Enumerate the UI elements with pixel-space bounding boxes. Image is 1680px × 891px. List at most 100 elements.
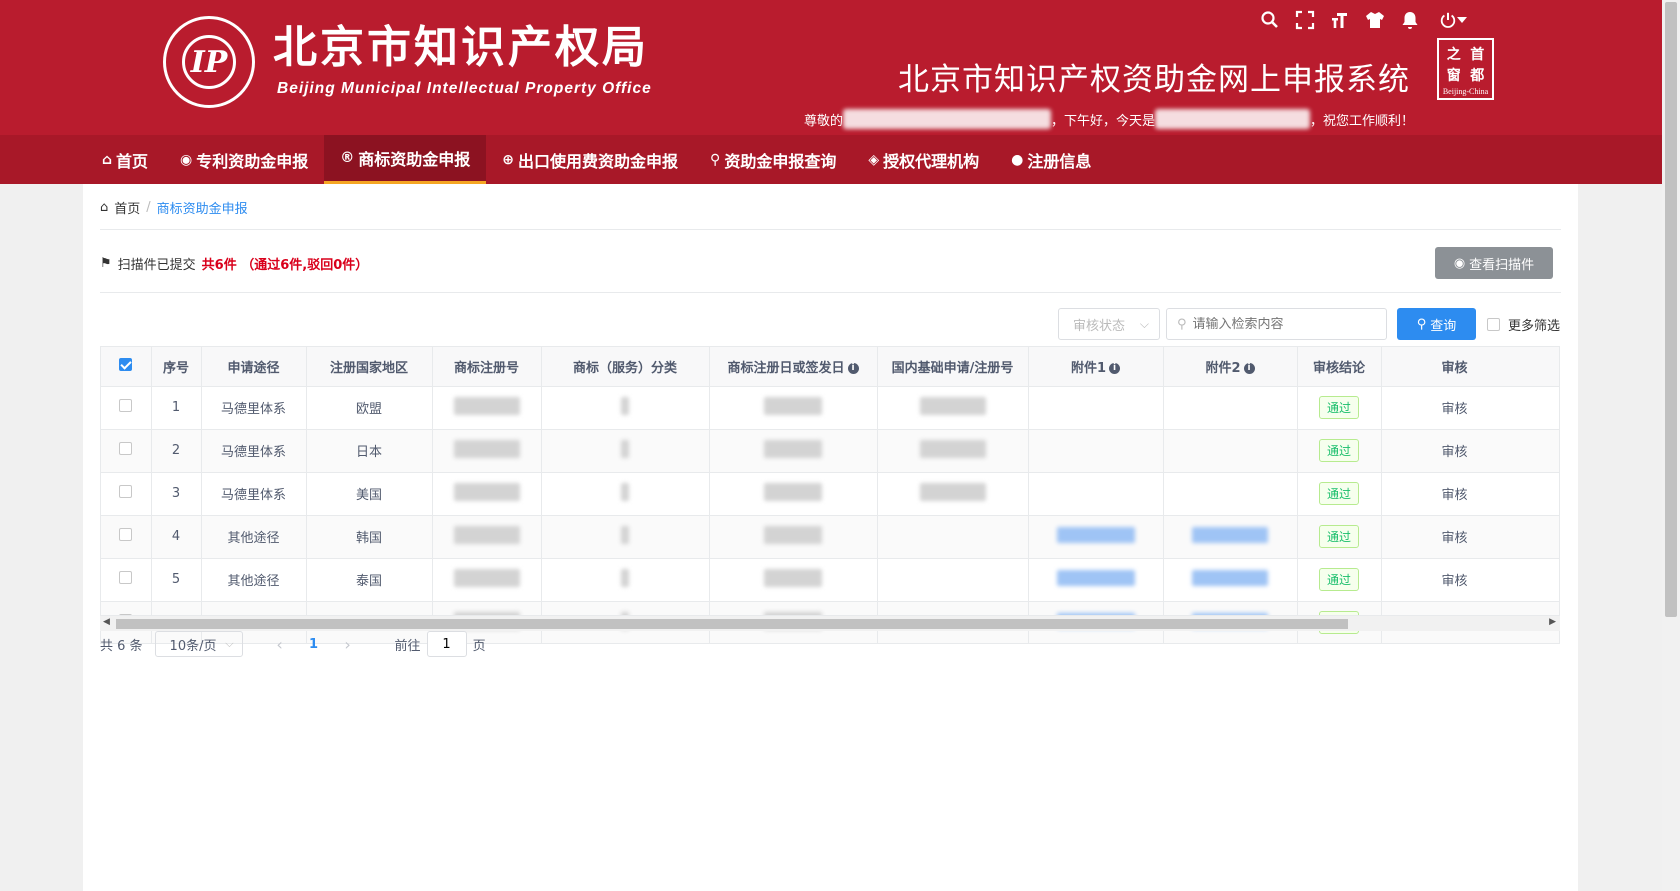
nav-item-patent-funding[interactable]: ◉ 专利资助金申报 xyxy=(164,135,324,184)
search-input[interactable] xyxy=(1192,316,1373,332)
table-row[interactable]: 4 其他途径 韩国 通过 审核 xyxy=(101,515,1559,559)
column-header: 申请途径 xyxy=(201,347,307,387)
fullscreen-icon[interactable] xyxy=(1293,8,1317,32)
attachment-2[interactable] xyxy=(1163,515,1298,559)
registration-date xyxy=(709,515,878,559)
horizontal-scrollbar[interactable]: ◀ ▶ xyxy=(100,615,1560,631)
skin-icon[interactable] xyxy=(1363,8,1387,32)
nav-item-registration-info[interactable]: ● 注册信息 xyxy=(995,135,1107,184)
emblem-center: IP xyxy=(182,35,236,89)
capital-window-logo: 之 首 窗 都 Beijing-China xyxy=(1437,38,1494,100)
breadcrumb-current[interactable]: 商标资助金申报 xyxy=(157,198,248,217)
scroll-left-icon[interactable]: ◀ xyxy=(103,617,110,627)
goto-page-input[interactable] xyxy=(426,631,467,657)
redacted-value xyxy=(621,525,629,544)
registration-date xyxy=(709,386,878,430)
redacted-link[interactable] xyxy=(1056,526,1135,543)
bell-icon[interactable] xyxy=(1398,8,1422,32)
trademark-class xyxy=(541,429,710,473)
info-icon[interactable]: i xyxy=(1243,362,1255,374)
select-all-cell xyxy=(101,347,152,387)
table-row[interactable]: 1 马德里体系 欧盟 通过 审核 xyxy=(101,386,1559,430)
prev-page-button[interactable]: ‹ xyxy=(263,635,297,654)
status-summary: 共6件 （通过6件,驳回0件） xyxy=(201,258,369,273)
breadcrumb-home[interactable]: 首页 xyxy=(114,198,140,217)
flag-icon: ⚑ xyxy=(100,256,112,271)
redacted-value xyxy=(453,525,520,544)
query-button[interactable]: ⚲ 查询 xyxy=(1397,308,1476,340)
nav-item-export-fee-funding[interactable]: ⊕ 出口使用费资助金申报 xyxy=(486,135,694,184)
view-scans-button[interactable]: ◉ 查看扫描件 xyxy=(1435,247,1553,279)
redacted-link[interactable] xyxy=(1192,569,1268,586)
info-icon[interactable]: i xyxy=(847,362,859,374)
application-route: 马德里体系 xyxy=(201,472,307,516)
trademark-reg-number xyxy=(432,386,542,430)
next-page-button[interactable]: › xyxy=(331,635,365,654)
vertical-scrollbar[interactable] xyxy=(1662,0,1680,891)
row-select-cell xyxy=(101,429,152,473)
nav-item-authorized-agency[interactable]: ◈ 授权代理机构 xyxy=(852,135,995,184)
nav-item-funding-query[interactable]: ⚲ 资助金申报查询 xyxy=(694,135,852,184)
redacted-link[interactable] xyxy=(1192,526,1268,543)
greeting: 尊敬的 ，下午好，今天是 ，祝您工作顺利！ xyxy=(804,109,1414,129)
more-filter-checkbox[interactable] xyxy=(1487,317,1500,331)
row-number: 4 xyxy=(151,515,202,559)
header-toolbar xyxy=(1258,8,1473,32)
row-checkbox[interactable] xyxy=(119,485,133,498)
redacted-value xyxy=(621,396,629,415)
select-all-checkbox[interactable] xyxy=(119,357,133,371)
chevron-down-icon: ⌵ xyxy=(1139,317,1149,331)
scrollbar-thumb[interactable] xyxy=(116,619,1348,629)
font-size-icon[interactable] xyxy=(1328,8,1352,32)
table-row[interactable]: 3 马德里体系 美国 通过 审核 xyxy=(101,472,1559,516)
review-status-select[interactable]: 审核状态 ⌵ xyxy=(1058,308,1160,340)
nav-item-label: 首页 xyxy=(116,151,149,171)
scrollbar-thumb[interactable] xyxy=(1665,2,1677,617)
search-icon[interactable] xyxy=(1258,8,1282,32)
capital-logo-char: 首 xyxy=(1470,46,1485,63)
page-size-select[interactable]: 10条/页 ⌵ xyxy=(154,631,243,657)
more-filter-toggle[interactable]: 更多筛选 xyxy=(1487,308,1560,340)
table-row[interactable]: 5 其他途径 泰国 通过 审核 xyxy=(101,558,1559,602)
trademark-class xyxy=(541,386,710,430)
registration-country: 日本 xyxy=(306,429,433,473)
row-select-cell xyxy=(101,515,152,559)
info-icon[interactable]: i xyxy=(1109,362,1121,374)
attachment-2[interactable] xyxy=(1163,558,1298,602)
attachment-1[interactable] xyxy=(1028,558,1164,602)
domestic-base-number xyxy=(877,472,1029,516)
attachment-1 xyxy=(1028,429,1164,473)
patent-icon: ◉ xyxy=(180,151,193,168)
row-checkbox[interactable] xyxy=(119,571,133,584)
scroll-right-icon[interactable]: ▶ xyxy=(1549,617,1556,627)
row-checkbox[interactable] xyxy=(119,528,133,541)
redacted-link[interactable] xyxy=(1056,569,1135,586)
trademark-class xyxy=(541,515,710,559)
attachment-1[interactable] xyxy=(1028,515,1164,559)
page-number[interactable]: 1 xyxy=(297,637,331,652)
review-result-cell: 通过 xyxy=(1297,429,1382,473)
column-header: 序号 xyxy=(151,347,202,387)
table-row[interactable]: 2 马德里体系 日本 通过 审核 xyxy=(101,429,1559,473)
trademark-class xyxy=(541,472,710,516)
column-header: 审核 xyxy=(1381,347,1559,387)
ip-office-emblem-icon: IP xyxy=(163,16,255,108)
search-icon: ⚲ xyxy=(1416,316,1427,332)
column-header: 商标（服务）分类 xyxy=(541,347,710,387)
power-icon[interactable] xyxy=(1433,8,1473,32)
search-icon: ⚲ xyxy=(1177,316,1187,332)
greeting-prefix: 尊敬的 xyxy=(804,113,844,129)
pagination: 共 6 条 10条/页 ⌵ ‹ 1 › 前往 页 xyxy=(100,630,486,658)
breadcrumb-separator: / xyxy=(146,200,151,215)
redacted-value xyxy=(453,396,520,415)
nav-item-trademark-funding[interactable]: ® 商标资助金申报 xyxy=(324,135,487,184)
row-checkbox[interactable] xyxy=(119,442,133,455)
row-checkbox[interactable] xyxy=(119,399,133,412)
nav-item-home[interactable]: ⌂ 首页 xyxy=(86,135,164,184)
status-badge: 通过 xyxy=(1318,396,1359,419)
registration-date xyxy=(709,472,878,516)
application-route: 其他途径 xyxy=(201,558,307,602)
application-route: 马德里体系 xyxy=(201,386,307,430)
view-scans-label: 查看扫描件 xyxy=(1469,257,1535,273)
column-header-label: 附件1 xyxy=(1070,360,1107,376)
